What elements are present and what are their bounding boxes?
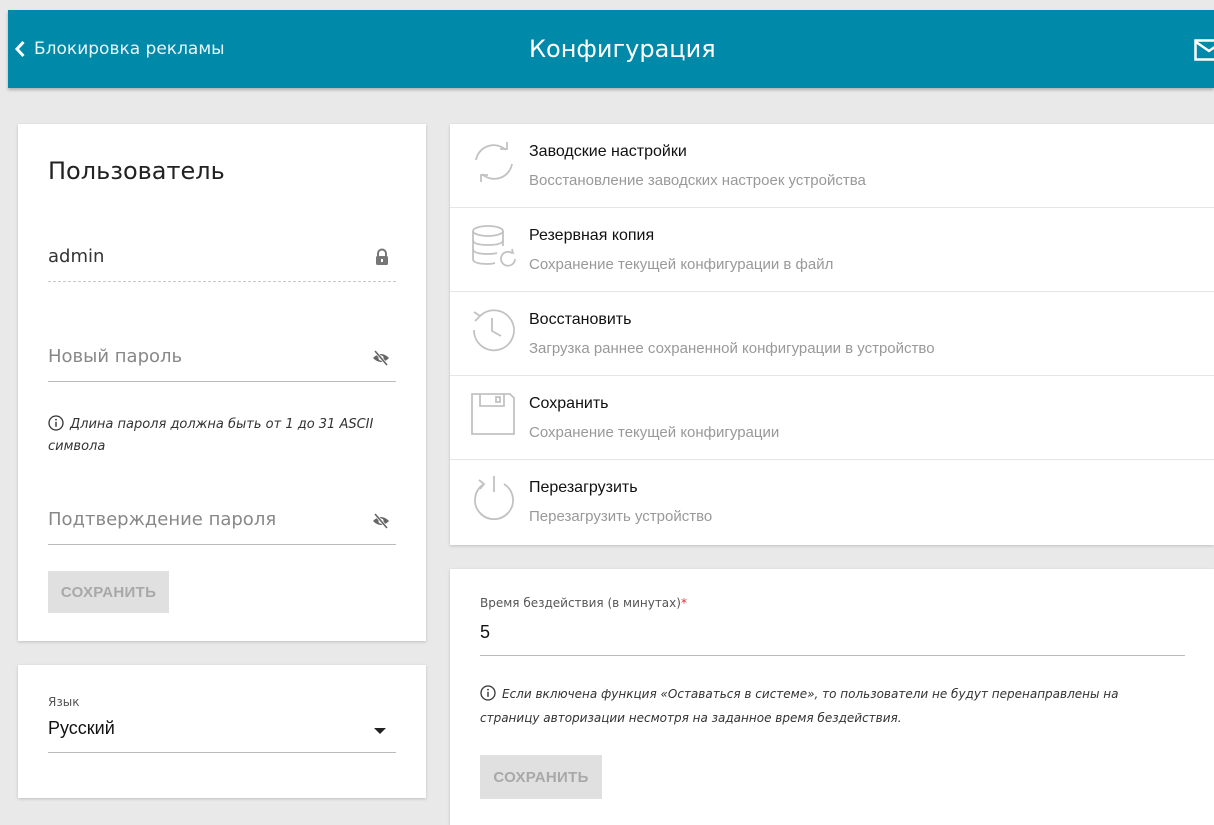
factory-reset-icon [475,142,513,182]
language-label: Язык [48,695,80,709]
confirm-password-placeholder: Подтверждение пароля [48,509,277,530]
language-selected: Русский [48,718,115,738]
user-card-title: Пользователь [48,157,225,185]
username-field: admin [48,246,396,282]
info-icon [48,415,64,431]
action-reboot[interactable]: Перезагрузить Перезагрузить устройство [450,460,1214,544]
action-title: Резервная копия [529,227,655,244]
action-restore[interactable]: Восстановить Загрузка раннее сохраненной… [450,292,1214,376]
chevron-down-icon [374,728,386,734]
action-description: Сохранение текущей конфигурации [529,424,780,441]
idle-timeout-hint-text: Если включена функция «Оставаться в сист… [480,687,1119,725]
back-link[interactable]: Блокировка рекламы [14,10,225,88]
action-title: Перезагрузить [529,479,638,496]
back-link-label: Блокировка рекламы [34,39,225,59]
eye-off-icon[interactable] [372,350,390,366]
confirm-password-field[interactable]: Подтверждение пароля [48,509,396,545]
backup-database-icon [472,225,516,267]
idle-timeout-label: Время бездействия (в минутах)* [480,596,687,610]
user-save-button[interactable]: СОХРАНИТЬ [48,571,169,613]
save-floppy-icon [471,393,515,435]
idle-save-button[interactable]: СОХРАНИТЬ [480,755,602,799]
idle-timeout-value: 5 [480,622,491,642]
lock-icon [376,248,388,265]
action-description: Загрузка раннее сохраненной конфигурации… [529,340,935,357]
actions-card: Заводские настройки Восстановление завод… [450,124,1214,545]
top-bar: Блокировка рекламы Конфигурация [8,10,1214,88]
chevron-left-icon [14,40,25,58]
idle-timeout-card: Время бездействия (в минутах)* 5 Если вк… [450,569,1214,825]
action-factory-reset[interactable]: Заводские настройки Восстановление завод… [450,124,1214,208]
idle-timeout-hint: Если включена функция «Оставаться в сист… [480,682,1180,730]
action-description: Сохранение текущей конфигурации в файл [529,256,834,273]
action-description: Восстановление заводских настроек устрой… [529,172,866,189]
password-hint: Длина пароля должна быть от 1 до 31 ASCI… [48,414,383,458]
action-title: Сохранить [529,395,609,412]
action-title: Восстановить [529,311,632,328]
info-icon [480,685,496,701]
action-title: Заводские настройки [529,143,687,160]
reboot-power-icon [474,476,514,521]
idle-timeout-input[interactable]: 5 [480,622,1185,656]
page-title: Конфигурация [529,35,716,63]
username-value: admin [48,246,105,267]
user-card: Пользователь admin Новый пароль Длина па… [18,124,426,641]
restore-history-icon [473,309,515,352]
eye-off-icon[interactable] [372,513,390,529]
action-backup[interactable]: Резервная копия Сохранение текущей конфи… [450,208,1214,292]
action-description: Перезагрузить устройство [529,508,713,525]
mail-icon[interactable] [1194,39,1214,61]
new-password-placeholder: Новый пароль [48,346,183,367]
idle-timeout-label-text: Время бездействия (в минутах) [480,596,681,610]
language-card: Язык Русский [18,665,426,798]
new-password-field[interactable]: Новый пароль [48,346,396,382]
required-mark: * [680,596,687,610]
password-hint-text: Длина пароля должна быть от 1 до 31 ASCI… [48,417,374,454]
language-select[interactable]: Русский [48,718,396,753]
action-save[interactable]: Сохранить Сохранение текущей конфигураци… [450,376,1214,460]
